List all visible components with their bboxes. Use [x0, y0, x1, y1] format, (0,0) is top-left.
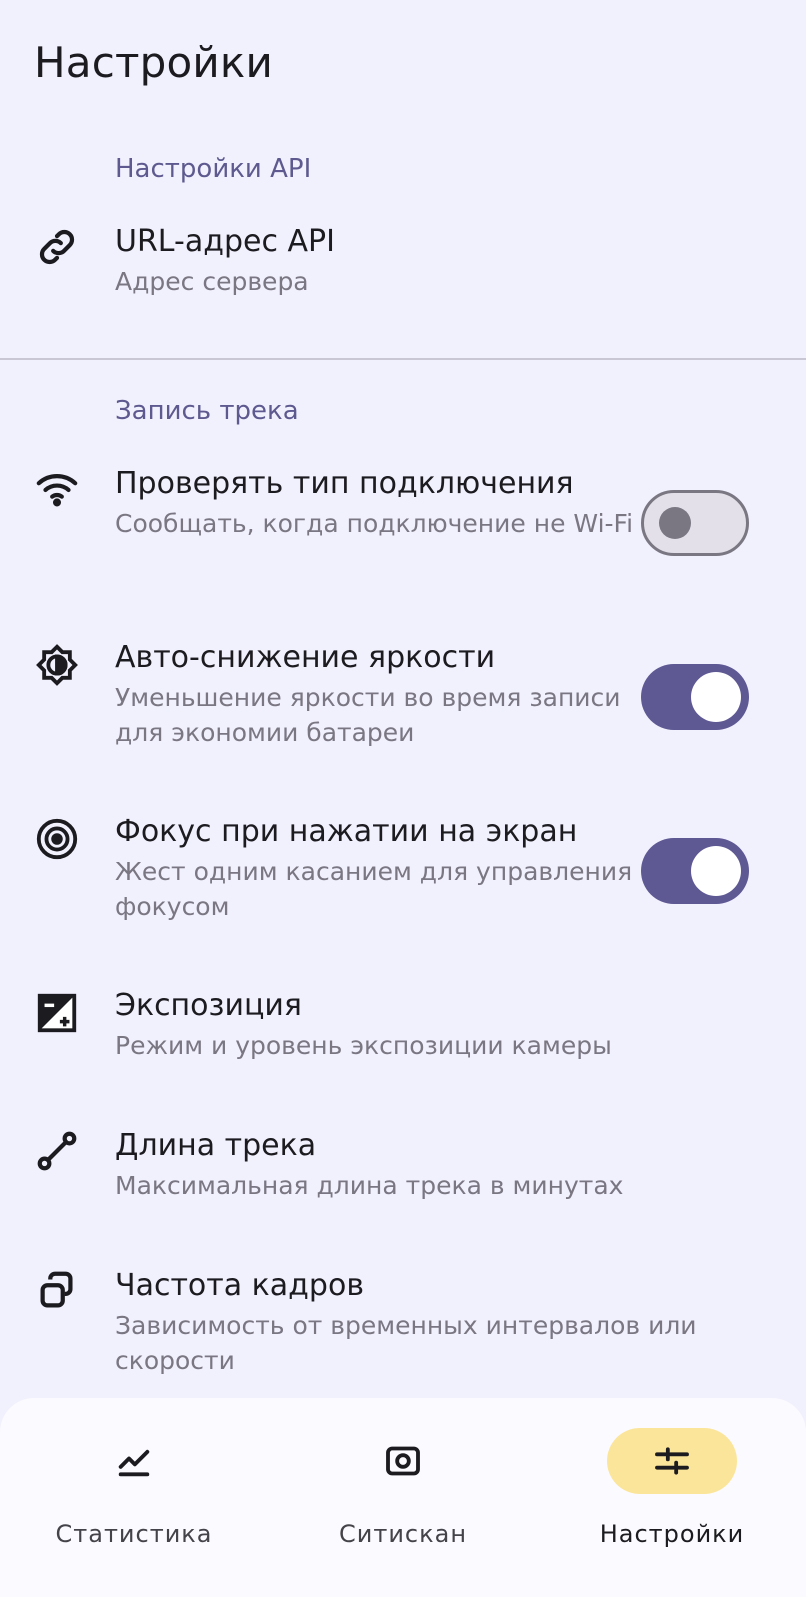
connection-check-toggle[interactable]: [641, 490, 749, 556]
setting-frame-rate[interactable]: Частота кадров Зависимость от временных …: [0, 1268, 806, 1388]
setting-title: Фокус при нажатии на экран: [115, 814, 578, 849]
setting-tap-focus[interactable]: Фокус при нажатии на экран Жест одним ка…: [0, 814, 806, 934]
nav-item-cityscan[interactable]: Ситискан: [293, 1428, 513, 1568]
brightness-icon: [34, 642, 80, 688]
nav-label: Статистика: [55, 1520, 213, 1548]
page-title: Настройки: [34, 38, 273, 87]
toggle-knob: [691, 846, 741, 896]
wifi-icon: [34, 466, 80, 512]
setting-title: Экспозиция: [115, 988, 302, 1023]
nav-pill: [69, 1428, 199, 1494]
sliders-icon: [655, 1447, 689, 1475]
frames-icon: [34, 1268, 80, 1314]
section-divider: [0, 358, 806, 360]
setting-auto-brightness[interactable]: Авто-снижение яркости Уменьшение яркости…: [0, 640, 806, 760]
toggle-knob: [691, 672, 741, 722]
toggle-knob: [659, 507, 691, 539]
setting-title: Авто-снижение яркости: [115, 640, 496, 675]
setting-title: Длина трека: [115, 1128, 317, 1163]
setting-track-length[interactable]: Длина трека Максимальная длина трека в м…: [0, 1128, 806, 1208]
bottom-navigation: Статистика Ситискан Настройки: [0, 1398, 806, 1597]
nav-pill: [338, 1428, 468, 1494]
section-header-track: Запись трека: [115, 396, 299, 426]
setting-api-url[interactable]: URL-адрес API Адрес сервера: [0, 224, 806, 304]
setting-subtitle: Жест одним касанием для управления фокус…: [115, 857, 633, 921]
setting-subtitle: Режим и уровень экспозиции камеры: [115, 1031, 612, 1060]
nav-pill-active: [607, 1428, 737, 1494]
section-header-api: Настройки API: [115, 154, 312, 184]
nav-item-settings[interactable]: Настройки: [562, 1428, 782, 1568]
target-icon: [34, 816, 80, 862]
nav-item-statistics[interactable]: Статистика: [24, 1428, 244, 1568]
route-icon: [34, 1128, 80, 1174]
setting-subtitle: Уменьшение яркости во время записи для э…: [115, 683, 621, 747]
setting-subtitle: Сообщать, когда подключение не Wi-Fi: [115, 509, 634, 538]
setting-title: Частота кадров: [115, 1268, 364, 1303]
setting-title: URL-адрес API: [115, 224, 335, 259]
camera-icon: [386, 1446, 420, 1476]
auto-brightness-toggle[interactable]: [641, 664, 749, 730]
nav-label: Настройки: [599, 1520, 745, 1548]
link-icon: [34, 224, 80, 270]
chart-icon: [118, 1449, 150, 1477]
setting-subtitle: Максимальная длина трека в минутах: [115, 1171, 624, 1200]
setting-check-connection[interactable]: Проверять тип подключения Сообщать, когд…: [0, 466, 806, 586]
setting-subtitle: Зависимость от временных интервалов или …: [115, 1311, 697, 1375]
nav-label: Ситискан: [338, 1520, 468, 1548]
tap-focus-toggle[interactable]: [641, 838, 749, 904]
setting-subtitle: Адрес сервера: [115, 267, 309, 296]
setting-title: Проверять тип подключения: [115, 466, 574, 501]
setting-exposure[interactable]: Экспозиция Режим и уровень экспозиции ка…: [0, 988, 806, 1068]
exposure-icon: [34, 990, 80, 1036]
